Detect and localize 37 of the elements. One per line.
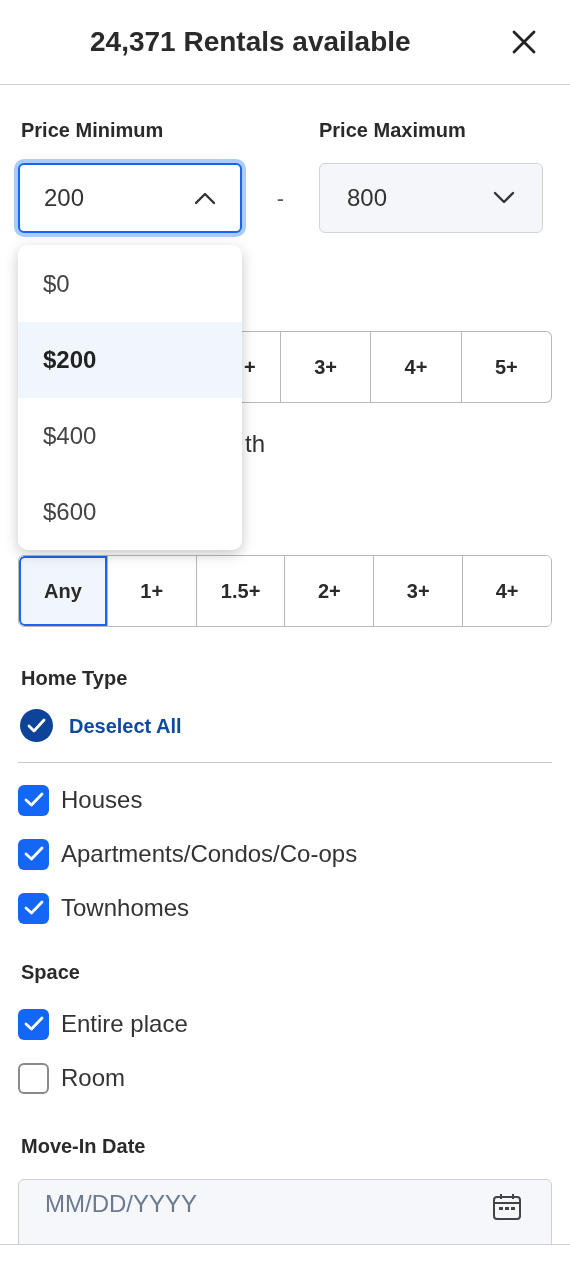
- field-label: Price Minimum: [20, 118, 165, 143]
- date-field[interactable]: MM/DD/YYYY: [18, 1179, 552, 1244]
- beds-option[interactable]: 3+: [281, 331, 372, 403]
- checkmark-icon: [23, 1016, 44, 1032]
- checkbox[interactable]: [18, 892, 49, 924]
- checkbox[interactable]: [18, 1008, 49, 1040]
- checkmark-icon: [23, 900, 44, 916]
- range-separator: -: [275, 184, 286, 213]
- section-title: Move-In Date: [21, 1135, 146, 1157]
- dropdown-option[interactable]: $400: [18, 397, 242, 474]
- dropdown-option[interactable]: $600: [18, 473, 242, 550]
- beds-option[interactable]: +: [242, 331, 281, 403]
- field-label: Price Maximum: [319, 118, 466, 143]
- checkbox[interactable]: [18, 1062, 49, 1094]
- price-select[interactable]: 800: [319, 163, 543, 233]
- section-title: Space: [21, 961, 80, 983]
- check-circle-icon: [20, 709, 53, 742]
- deselect-all-button[interactable]: Deselect All: [18, 709, 182, 742]
- beds-option[interactable]: 4+: [371, 331, 462, 403]
- dropdown-option[interactable]: $0: [18, 245, 242, 322]
- option-label: Entire place: [61, 1009, 188, 1039]
- option-label: Townhomes: [61, 893, 190, 923]
- baths-option[interactable]: 4+: [462, 556, 551, 626]
- option-label: Apartments/Condos/Co-ops: [61, 839, 358, 869]
- dropdown-option[interactable]: $200: [18, 321, 242, 398]
- calendar-icon[interactable]: [492, 1193, 522, 1221]
- baths-option[interactable]: Any: [19, 556, 107, 626]
- checkmark-icon: [23, 846, 44, 862]
- beds-option[interactable]: 5+: [461, 331, 552, 403]
- option-label: Houses: [61, 785, 143, 815]
- option-label: Room: [61, 1063, 126, 1093]
- results-title: 24,371 Rentals available: [90, 25, 411, 59]
- checkbox[interactable]: [18, 784, 49, 816]
- checkbox[interactable]: [18, 838, 49, 870]
- checkmark-icon: [23, 792, 44, 808]
- option-label: th: [245, 429, 265, 459]
- section-title: Home Type: [21, 667, 128, 689]
